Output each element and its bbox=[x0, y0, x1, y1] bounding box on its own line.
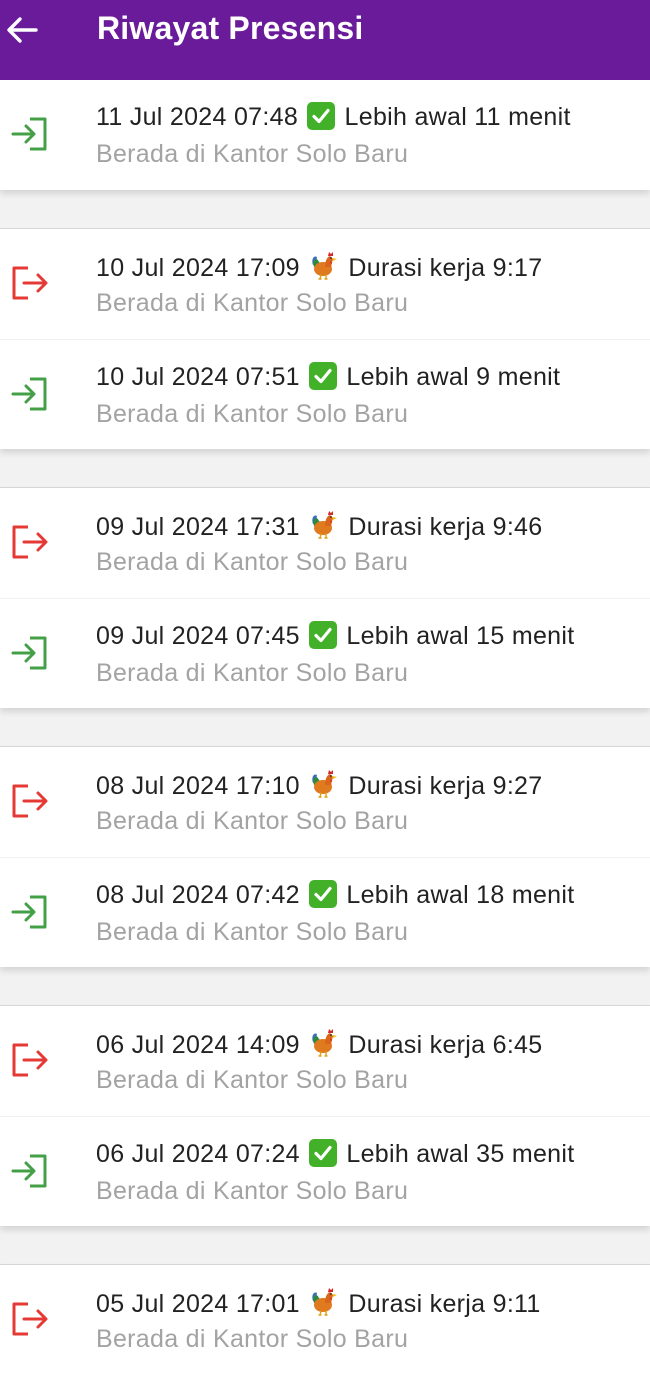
login-icon bbox=[10, 1153, 52, 1189]
check-in-entry[interactable]: 09 Jul 2024 07:45 Lebih awal 15 menit Ber… bbox=[0, 598, 650, 708]
check-in-entry[interactable]: 06 Jul 2024 07:24 Lebih awal 35 menit Ber… bbox=[0, 1116, 650, 1226]
entry-summary: 09 Jul 2024 17:31 Durasi kerja 9:46 bbox=[96, 510, 542, 542]
entry-summary: 05 Jul 2024 17:01 Durasi kerja 9:11 bbox=[96, 1287, 541, 1319]
check-mark-icon bbox=[307, 1139, 339, 1168]
attendance-day-group: 08 Jul 2024 17:10 Durasi kerja 9:27 Berad… bbox=[0, 746, 650, 967]
entry-datetime: 10 Jul 2024 17:09 bbox=[96, 254, 300, 282]
entry-summary: 06 Jul 2024 14:09 Durasi kerja 6:45 bbox=[96, 1028, 542, 1060]
entry-summary: 08 Jul 2024 07:42 Lebih awal 18 menit bbox=[96, 880, 574, 910]
entry-datetime: 08 Jul 2024 17:10 bbox=[96, 772, 300, 800]
rooster-icon bbox=[307, 511, 341, 541]
entry-location: Berada di Kantor Solo Baru bbox=[96, 289, 409, 317]
logout-icon bbox=[10, 1301, 52, 1337]
entry-status: Lebih awal 18 menit bbox=[346, 881, 575, 909]
page-title: Riwayat Presensi bbox=[97, 10, 364, 46]
entry-datetime: 10 Jul 2024 07:51 bbox=[96, 363, 300, 391]
entry-location: Berada di Kantor Solo Baru bbox=[96, 400, 409, 428]
entry-status: Durasi kerja 6:45 bbox=[348, 1031, 543, 1059]
entry-location: Berada di Kantor Solo Baru bbox=[96, 548, 409, 576]
entry-location: Berada di Kantor Solo Baru bbox=[96, 1325, 409, 1353]
check-mark-icon bbox=[307, 621, 339, 650]
check-out-entry[interactable]: 06 Jul 2024 14:09 Durasi kerja 6:45 Berad… bbox=[0, 1006, 650, 1116]
logout-icon bbox=[10, 524, 52, 560]
rooster-icon bbox=[307, 1029, 341, 1059]
entry-datetime: 08 Jul 2024 07:42 bbox=[96, 881, 300, 909]
entry-status: Lebih awal 9 menit bbox=[346, 363, 561, 391]
entry-summary: 08 Jul 2024 17:10 Durasi kerja 9:27 bbox=[96, 769, 542, 801]
entry-location: Berada di Kantor Solo Baru bbox=[96, 659, 409, 687]
entry-datetime: 06 Jul 2024 07:24 bbox=[96, 1140, 300, 1168]
app-bar: Riwayat Presensi bbox=[0, 0, 650, 80]
entry-status: Lebih awal 15 menit bbox=[346, 622, 575, 650]
login-icon bbox=[10, 376, 52, 412]
attendance-day-group: 09 Jul 2024 17:31 Durasi kerja 9:46 Berad… bbox=[0, 487, 650, 708]
entry-location: Berada di Kantor Solo Baru bbox=[96, 140, 409, 168]
login-icon bbox=[10, 116, 52, 152]
check-in-entry[interactable]: 11 Jul 2024 07:48 Lebih awal 11 menit Ber… bbox=[0, 80, 650, 190]
arrow-left-icon bbox=[7, 17, 38, 43]
attendance-day-group: 10 Jul 2024 17:09 Durasi kerja 9:17 Berad… bbox=[0, 228, 650, 449]
attendance-day-group: 11 Jul 2024 07:48 Lebih awal 11 menit Ber… bbox=[0, 80, 650, 190]
check-out-entry[interactable]: 08 Jul 2024 17:10 Durasi kerja 9:27 Berad… bbox=[0, 747, 650, 857]
check-in-entry[interactable]: 10 Jul 2024 07:51 Lebih awal 9 menit Bera… bbox=[0, 339, 650, 449]
logout-icon bbox=[10, 783, 52, 819]
entry-summary: 06 Jul 2024 07:24 Lebih awal 35 menit bbox=[96, 1139, 574, 1169]
check-mark-icon bbox=[307, 362, 339, 391]
rooster-icon bbox=[307, 1288, 341, 1318]
rooster-icon bbox=[307, 770, 341, 800]
entry-location: Berada di Kantor Solo Baru bbox=[96, 1066, 409, 1094]
entry-datetime: 09 Jul 2024 07:45 bbox=[96, 622, 300, 650]
entry-summary: 09 Jul 2024 07:45 Lebih awal 15 menit bbox=[96, 621, 574, 651]
entry-status: Durasi kerja 9:17 bbox=[348, 254, 543, 282]
entry-location: Berada di Kantor Solo Baru bbox=[96, 918, 409, 946]
logout-icon bbox=[10, 265, 52, 301]
check-out-entry[interactable]: 09 Jul 2024 17:31 Durasi kerja 9:46 Berad… bbox=[0, 488, 650, 598]
attendance-day-group: 05 Jul 2024 17:01 Durasi kerja 9:11 Berad… bbox=[0, 1264, 650, 1375]
entry-summary: 10 Jul 2024 07:51 Lebih awal 9 menit bbox=[96, 362, 560, 392]
entry-location: Berada di Kantor Solo Baru bbox=[96, 807, 409, 835]
login-icon bbox=[10, 894, 52, 930]
check-in-entry[interactable]: 08 Jul 2024 07:42 Lebih awal 18 menit Ber… bbox=[0, 857, 650, 967]
entry-location: Berada di Kantor Solo Baru bbox=[96, 1177, 409, 1205]
entry-datetime: 11 Jul 2024 07:48 bbox=[96, 103, 299, 131]
rooster-icon bbox=[307, 252, 341, 282]
check-mark-icon bbox=[305, 102, 337, 131]
entry-datetime: 05 Jul 2024 17:01 bbox=[96, 1290, 300, 1318]
entry-status: Lebih awal 35 menit bbox=[346, 1140, 575, 1168]
login-icon bbox=[10, 635, 52, 671]
entry-datetime: 06 Jul 2024 14:09 bbox=[96, 1031, 300, 1059]
entry-status: Durasi kerja 9:27 bbox=[348, 772, 543, 800]
check-mark-icon bbox=[307, 880, 339, 909]
entry-datetime: 09 Jul 2024 17:31 bbox=[96, 513, 300, 541]
check-out-entry[interactable]: 10 Jul 2024 17:09 Durasi kerja 9:17 Berad… bbox=[0, 229, 650, 339]
check-out-entry[interactable]: 05 Jul 2024 17:01 Durasi kerja 9:11 Berad… bbox=[0, 1265, 650, 1375]
attendance-history-list: 11 Jul 2024 07:48 Lebih awal 11 menit Ber… bbox=[0, 80, 650, 1375]
entry-status: Lebih awal 11 menit bbox=[344, 103, 571, 131]
entry-summary: 10 Jul 2024 17:09 Durasi kerja 9:17 bbox=[96, 251, 542, 283]
entry-status: Durasi kerja 9:11 bbox=[348, 1290, 541, 1318]
attendance-day-group: 06 Jul 2024 14:09 Durasi kerja 6:45 Berad… bbox=[0, 1005, 650, 1226]
logout-icon bbox=[10, 1042, 52, 1078]
back-button[interactable] bbox=[0, 8, 44, 52]
entry-summary: 11 Jul 2024 07:48 Lebih awal 11 menit bbox=[96, 102, 571, 132]
entry-status: Durasi kerja 9:46 bbox=[348, 513, 543, 541]
